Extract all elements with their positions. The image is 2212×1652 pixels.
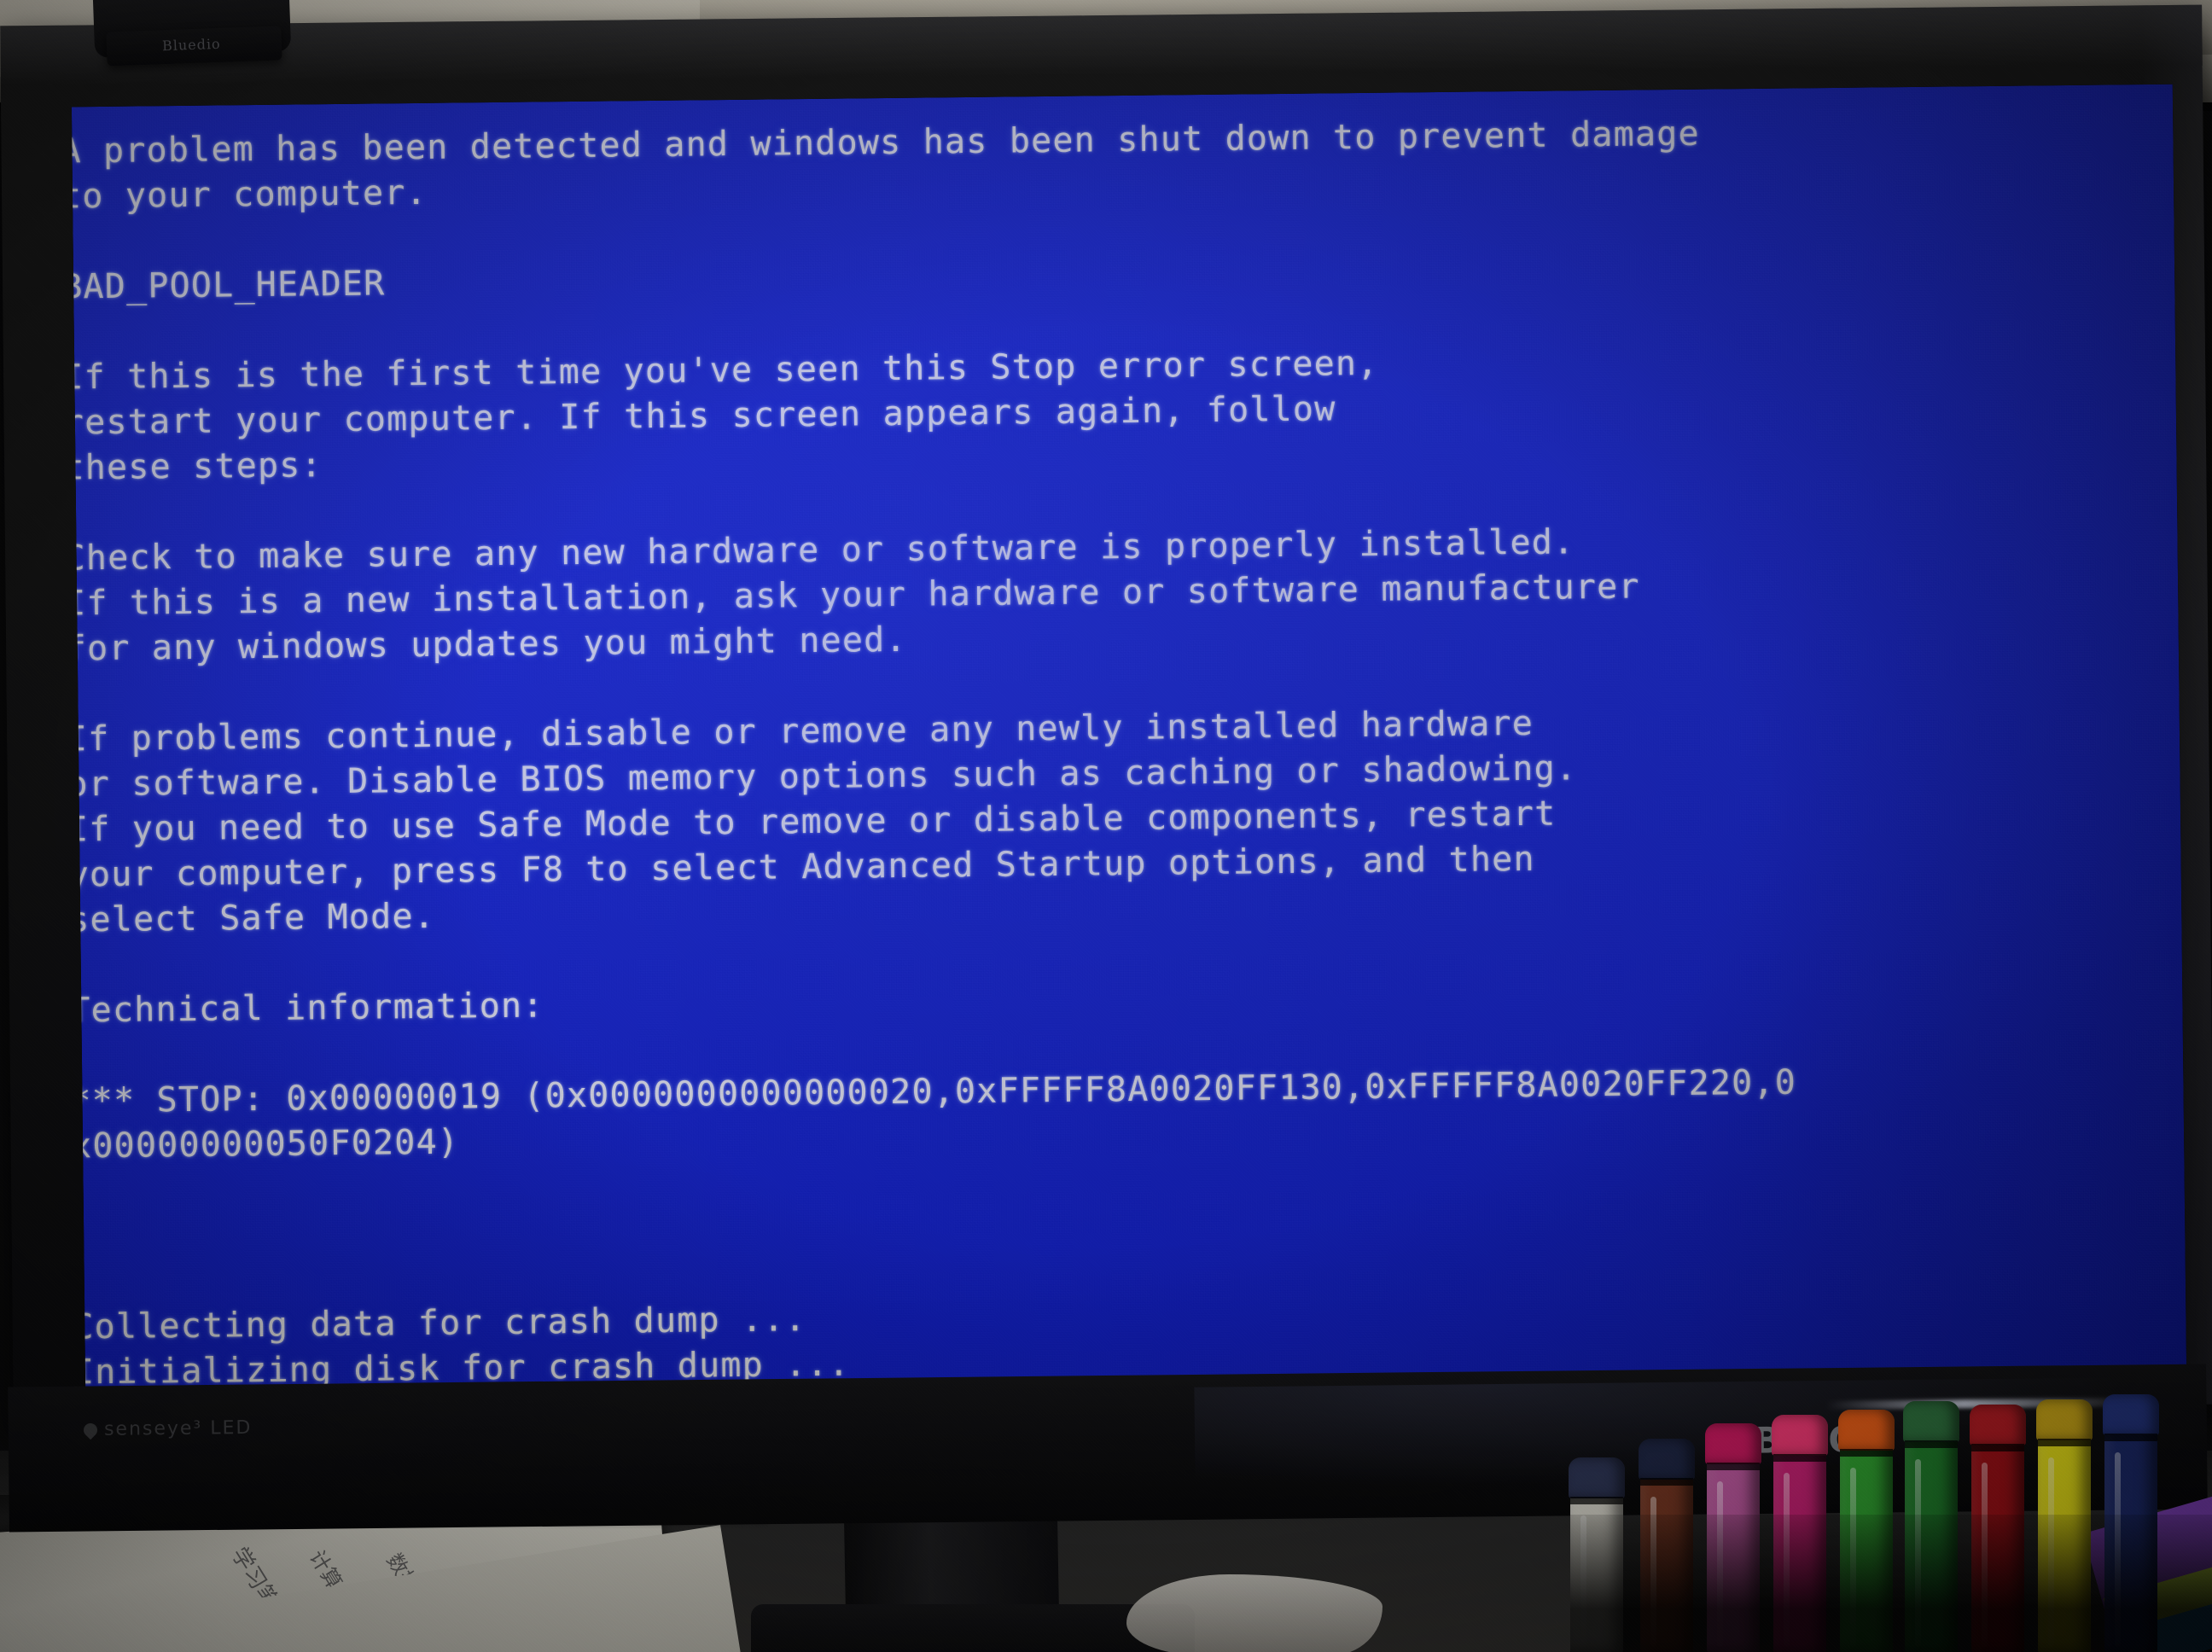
marker-pen-ring — [1707, 1463, 1760, 1470]
marker-pen-ring — [1773, 1454, 1826, 1462]
marker-pen-ring — [1570, 1497, 1623, 1504]
marker-pen-ring — [1840, 1449, 1893, 1457]
marker-pen-cap — [1639, 1439, 1695, 1480]
bsod-screen: A problem has been detected and windows … — [71, 84, 2187, 1396]
marker-pen-cap — [2103, 1394, 2159, 1435]
senseye-led-text: senseye³ LED — [103, 1416, 253, 1440]
marker-pen-ring — [2104, 1434, 2157, 1441]
marker-pen-ring — [1905, 1440, 1958, 1448]
marker-pen-cap — [1705, 1423, 1761, 1464]
monitor-screen: A problem has been detected and windows … — [71, 84, 2187, 1396]
photo-scene: 学习笔记 计算机 数据库 未来 A problem has been detec… — [0, 0, 2212, 1652]
marker-pen-ring — [1971, 1444, 2024, 1451]
marker-pen-cap — [2036, 1399, 2093, 1440]
marker-pen-cap — [1569, 1457, 1625, 1498]
marker-pen-cap — [1970, 1405, 2026, 1446]
benq-leaf-icon — [80, 1420, 101, 1440]
marker-pen-cap — [1838, 1410, 1895, 1451]
bsod-message-text: A problem has been detected and windows … — [72, 106, 2186, 1396]
tissue — [1126, 1574, 1382, 1652]
marker-cup-shadow — [1570, 1515, 2212, 1652]
marker-pen-cap — [1772, 1415, 1828, 1456]
marker-pen-ring — [2038, 1439, 2091, 1446]
webcam-brand-label: Bluedio — [161, 35, 221, 55]
senseye-led-label: senseye³ LED — [80, 1416, 253, 1440]
marker-pen-cap — [1903, 1401, 1959, 1442]
marker-pen-ring — [1640, 1478, 1693, 1486]
